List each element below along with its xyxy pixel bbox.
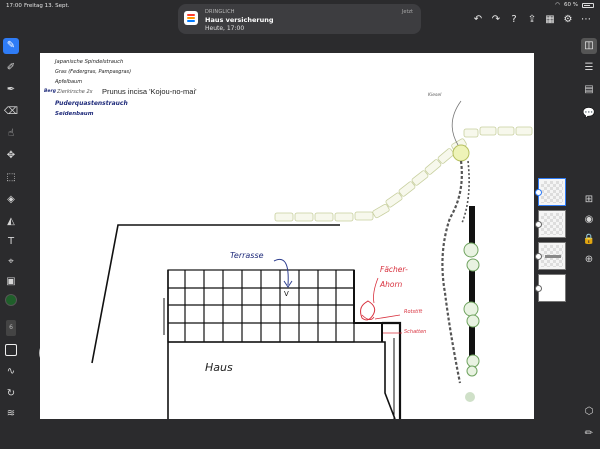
note-line-2: Gras (Federgras, Pampasgras) <box>55 69 132 75</box>
reference-icon[interactable]: ▤ <box>581 82 597 98</box>
note-line-4-prefix: Berg <box>44 89 56 94</box>
adjustments-sliders-icon[interactable]: ☰ <box>581 60 597 76</box>
more-icon[interactable]: ⋯ <box>580 14 592 26</box>
adjust-tool-icon[interactable]: ≋ <box>3 406 19 422</box>
brush-size-slider[interactable]: 6 <box>3 320 19 336</box>
help-icon[interactable]: ? <box>508 14 520 26</box>
pencil-tool-icon[interactable]: ✐ <box>3 60 19 76</box>
notification-banner[interactable]: DRINGLICH Haus versicherung Heute, 17:00… <box>178 4 421 34</box>
note-line-4-mid: Zierkirsche 2x <box>57 89 93 95</box>
label-schatten: Schatten <box>404 329 427 335</box>
merge-icon[interactable]: ⊕ <box>581 252 597 268</box>
fill-tool-icon[interactable]: ◈ <box>3 192 19 208</box>
svg-text:V: V <box>284 290 289 298</box>
color-well-icon[interactable] <box>3 292 19 308</box>
notification-title: Haus versicherung <box>205 16 274 24</box>
eraser-tool-icon[interactable]: ⌫ <box>3 104 19 120</box>
label-faecher: Fächer- <box>380 265 408 274</box>
battery-icon <box>582 2 594 8</box>
layer-thumb-2[interactable] <box>535 210 566 238</box>
grid-icon[interactable]: ▦ <box>544 14 556 26</box>
layer-lock-icon[interactable]: 🔒 <box>581 232 597 248</box>
text-tool-icon[interactable]: T <box>3 234 19 250</box>
status-time: 17:00 <box>6 3 22 9</box>
right-toolbar: ◫ ☰ ▤ 💬 ⊞ ◉ 🔒 ⊕ ⬡ ✏ <box>578 34 600 449</box>
label-rotstift: Rotstift <box>404 309 423 315</box>
note-line-3: Apfelbaum <box>55 79 83 85</box>
label-terrasse: Terrasse <box>230 251 264 260</box>
sketch-drawing: V <box>91 100 533 419</box>
left-toolbar: ✎ ✐ ✒ ⌫ ☝ ✥ ⬚ ◈ ◭ T ⌖ ▣ 6 ∿ ↻ ≋ <box>0 34 22 449</box>
add-layer-icon[interactable]: ⊞ <box>581 192 597 208</box>
move-tool-icon[interactable]: ✥ <box>3 148 19 164</box>
marker-tool-icon[interactable]: ✒ <box>3 82 19 98</box>
layers-icon[interactable]: ◫ <box>581 38 597 54</box>
note-line-6: Seidenbaum <box>55 111 94 117</box>
layer-toggle-3[interactable] <box>535 253 542 260</box>
smudge-tool-icon[interactable]: ☝ <box>3 126 19 142</box>
note-line-4-typed: Prunus incisa 'Kojou-no-mai' <box>102 87 197 96</box>
reminders-app-icon <box>184 11 198 25</box>
stabilizer-icon[interactable]: ∿ <box>3 364 19 380</box>
label-tree-note: Kiesel <box>428 93 442 98</box>
settings-gear-icon[interactable]: ⚙ <box>562 14 574 26</box>
label-haus: Haus <box>205 361 233 374</box>
group-icon[interactable]: ⬡ <box>581 404 597 420</box>
battery-percent: 60 % <box>564 2 578 8</box>
visibility-eye-icon[interactable]: ◉ <box>581 212 597 228</box>
status-date: Freitag 13. Sept. <box>24 3 70 9</box>
pen-settings-icon[interactable]: ✏ <box>581 426 597 442</box>
selection-tool-icon[interactable]: ⬚ <box>3 170 19 186</box>
layer-thumb-background[interactable] <box>535 274 566 302</box>
rotate-tool-icon[interactable]: ↻ <box>3 386 19 402</box>
drawing-canvas[interactable]: V Japanische Spindelstrauch Gras (Federg… <box>40 53 534 419</box>
brush-tool-icon[interactable]: ✎ <box>3 38 19 54</box>
procreate-screen: 17:00 Freitag 13. Sept. ◠ 60 % DRINGLICH… <box>0 0 600 449</box>
layer-toggle-2[interactable] <box>535 221 542 228</box>
notification-time: Jetzt <box>401 9 413 15</box>
notification-tag: DRINGLICH <box>205 9 235 15</box>
status-right: ◠ 60 % <box>555 2 594 8</box>
layer-toggle-1[interactable] <box>535 189 542 196</box>
layer-thumb-1[interactable] <box>535 178 566 206</box>
note-line-5: Puderquastenstrauch <box>55 100 128 107</box>
redo-icon[interactable]: ↷ <box>490 14 502 26</box>
undo-icon[interactable]: ↶ <box>472 14 484 26</box>
top-toolbar: ↶ ↷ ? ⇪ ▦ ⚙ ⋯ <box>472 14 592 26</box>
image-tool-icon[interactable]: ▣ <box>3 274 19 290</box>
note-line-1: Japanische Spindelstrauch <box>55 59 124 65</box>
shape-tool-icon[interactable]: ◭ <box>3 214 19 230</box>
label-ahorn: Ahorn <box>380 280 403 289</box>
notification-subtitle: Heute, 17:00 <box>205 25 245 32</box>
wifi-icon: ◠ <box>555 2 561 8</box>
eyedropper-tool-icon[interactable]: ⌖ <box>3 254 19 270</box>
comment-icon[interactable]: 💬 <box>581 106 597 122</box>
layer-thumb-3[interactable] <box>535 242 566 270</box>
layer-toggle-4[interactable] <box>535 285 542 292</box>
share-icon[interactable]: ⇪ <box>526 14 538 26</box>
opacity-square-icon[interactable] <box>3 342 19 358</box>
